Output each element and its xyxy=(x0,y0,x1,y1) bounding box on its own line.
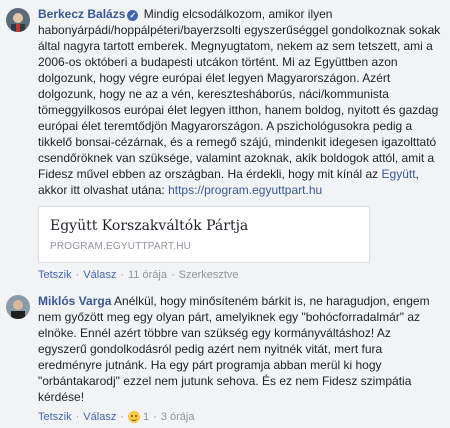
avatar[interactable] xyxy=(6,295,30,319)
comment: Berkecz Balázs ✓ Mindig elcsodálkozom, am… xyxy=(6,6,442,282)
url-link[interactable]: https://program.egyuttpart.hu xyxy=(168,183,322,197)
comment-body-part1: Mindig elcsodálkozom, amikor ilyen habon… xyxy=(38,7,441,181)
timestamp[interactable]: 3 órája xyxy=(161,410,195,424)
like-button[interactable]: Tetszik xyxy=(38,268,72,282)
reaction-count[interactable]: 1 xyxy=(143,410,149,424)
link-preview-domain: PROGRAM.EGYUTTPART.HU xyxy=(50,241,192,252)
avatar[interactable] xyxy=(6,8,30,32)
comment-author[interactable]: Berkecz Balázs xyxy=(38,7,125,21)
comment-author[interactable]: Miklós Varga xyxy=(38,294,111,308)
comment-text: Miklós Varga Anélkül, hogy minősíteném b… xyxy=(38,293,442,405)
comment-thread: Berkecz Balázs ✓ Mindig elcsodálkozom, am… xyxy=(0,0,450,428)
comment: Miklós Varga Anélkül, hogy minősíteném b… xyxy=(6,293,442,424)
like-button[interactable]: Tetszik xyxy=(38,410,72,424)
comment-actions: Tetszik · Válasz · 1 · 3 órája xyxy=(38,410,195,424)
mention-link[interactable]: Együtt xyxy=(382,167,416,181)
reply-button[interactable]: Válasz xyxy=(83,268,116,282)
comment-text: Berkecz Balázs ✓ Mindig elcsodálkozom, am… xyxy=(38,6,442,198)
timestamp[interactable]: 11 órája xyxy=(128,268,167,282)
comment-body: Anélkül, hogy minősíteném bárkit is, ne … xyxy=(38,294,430,404)
comment-actions: Tetszik · Válasz · 11 órája · Szerkesztv… xyxy=(38,268,239,282)
link-preview-title[interactable]: Együtt Korszakváltók Pártja xyxy=(50,217,358,235)
link-preview-card[interactable]: Együtt Korszakváltók Pártja PROGRAM.EGYU… xyxy=(38,206,370,263)
haha-reaction-icon[interactable] xyxy=(128,411,140,423)
edited-label[interactable]: Szerkesztve xyxy=(179,268,239,282)
verified-badge-icon: ✓ xyxy=(127,10,139,21)
reply-button[interactable]: Válasz xyxy=(83,410,116,424)
